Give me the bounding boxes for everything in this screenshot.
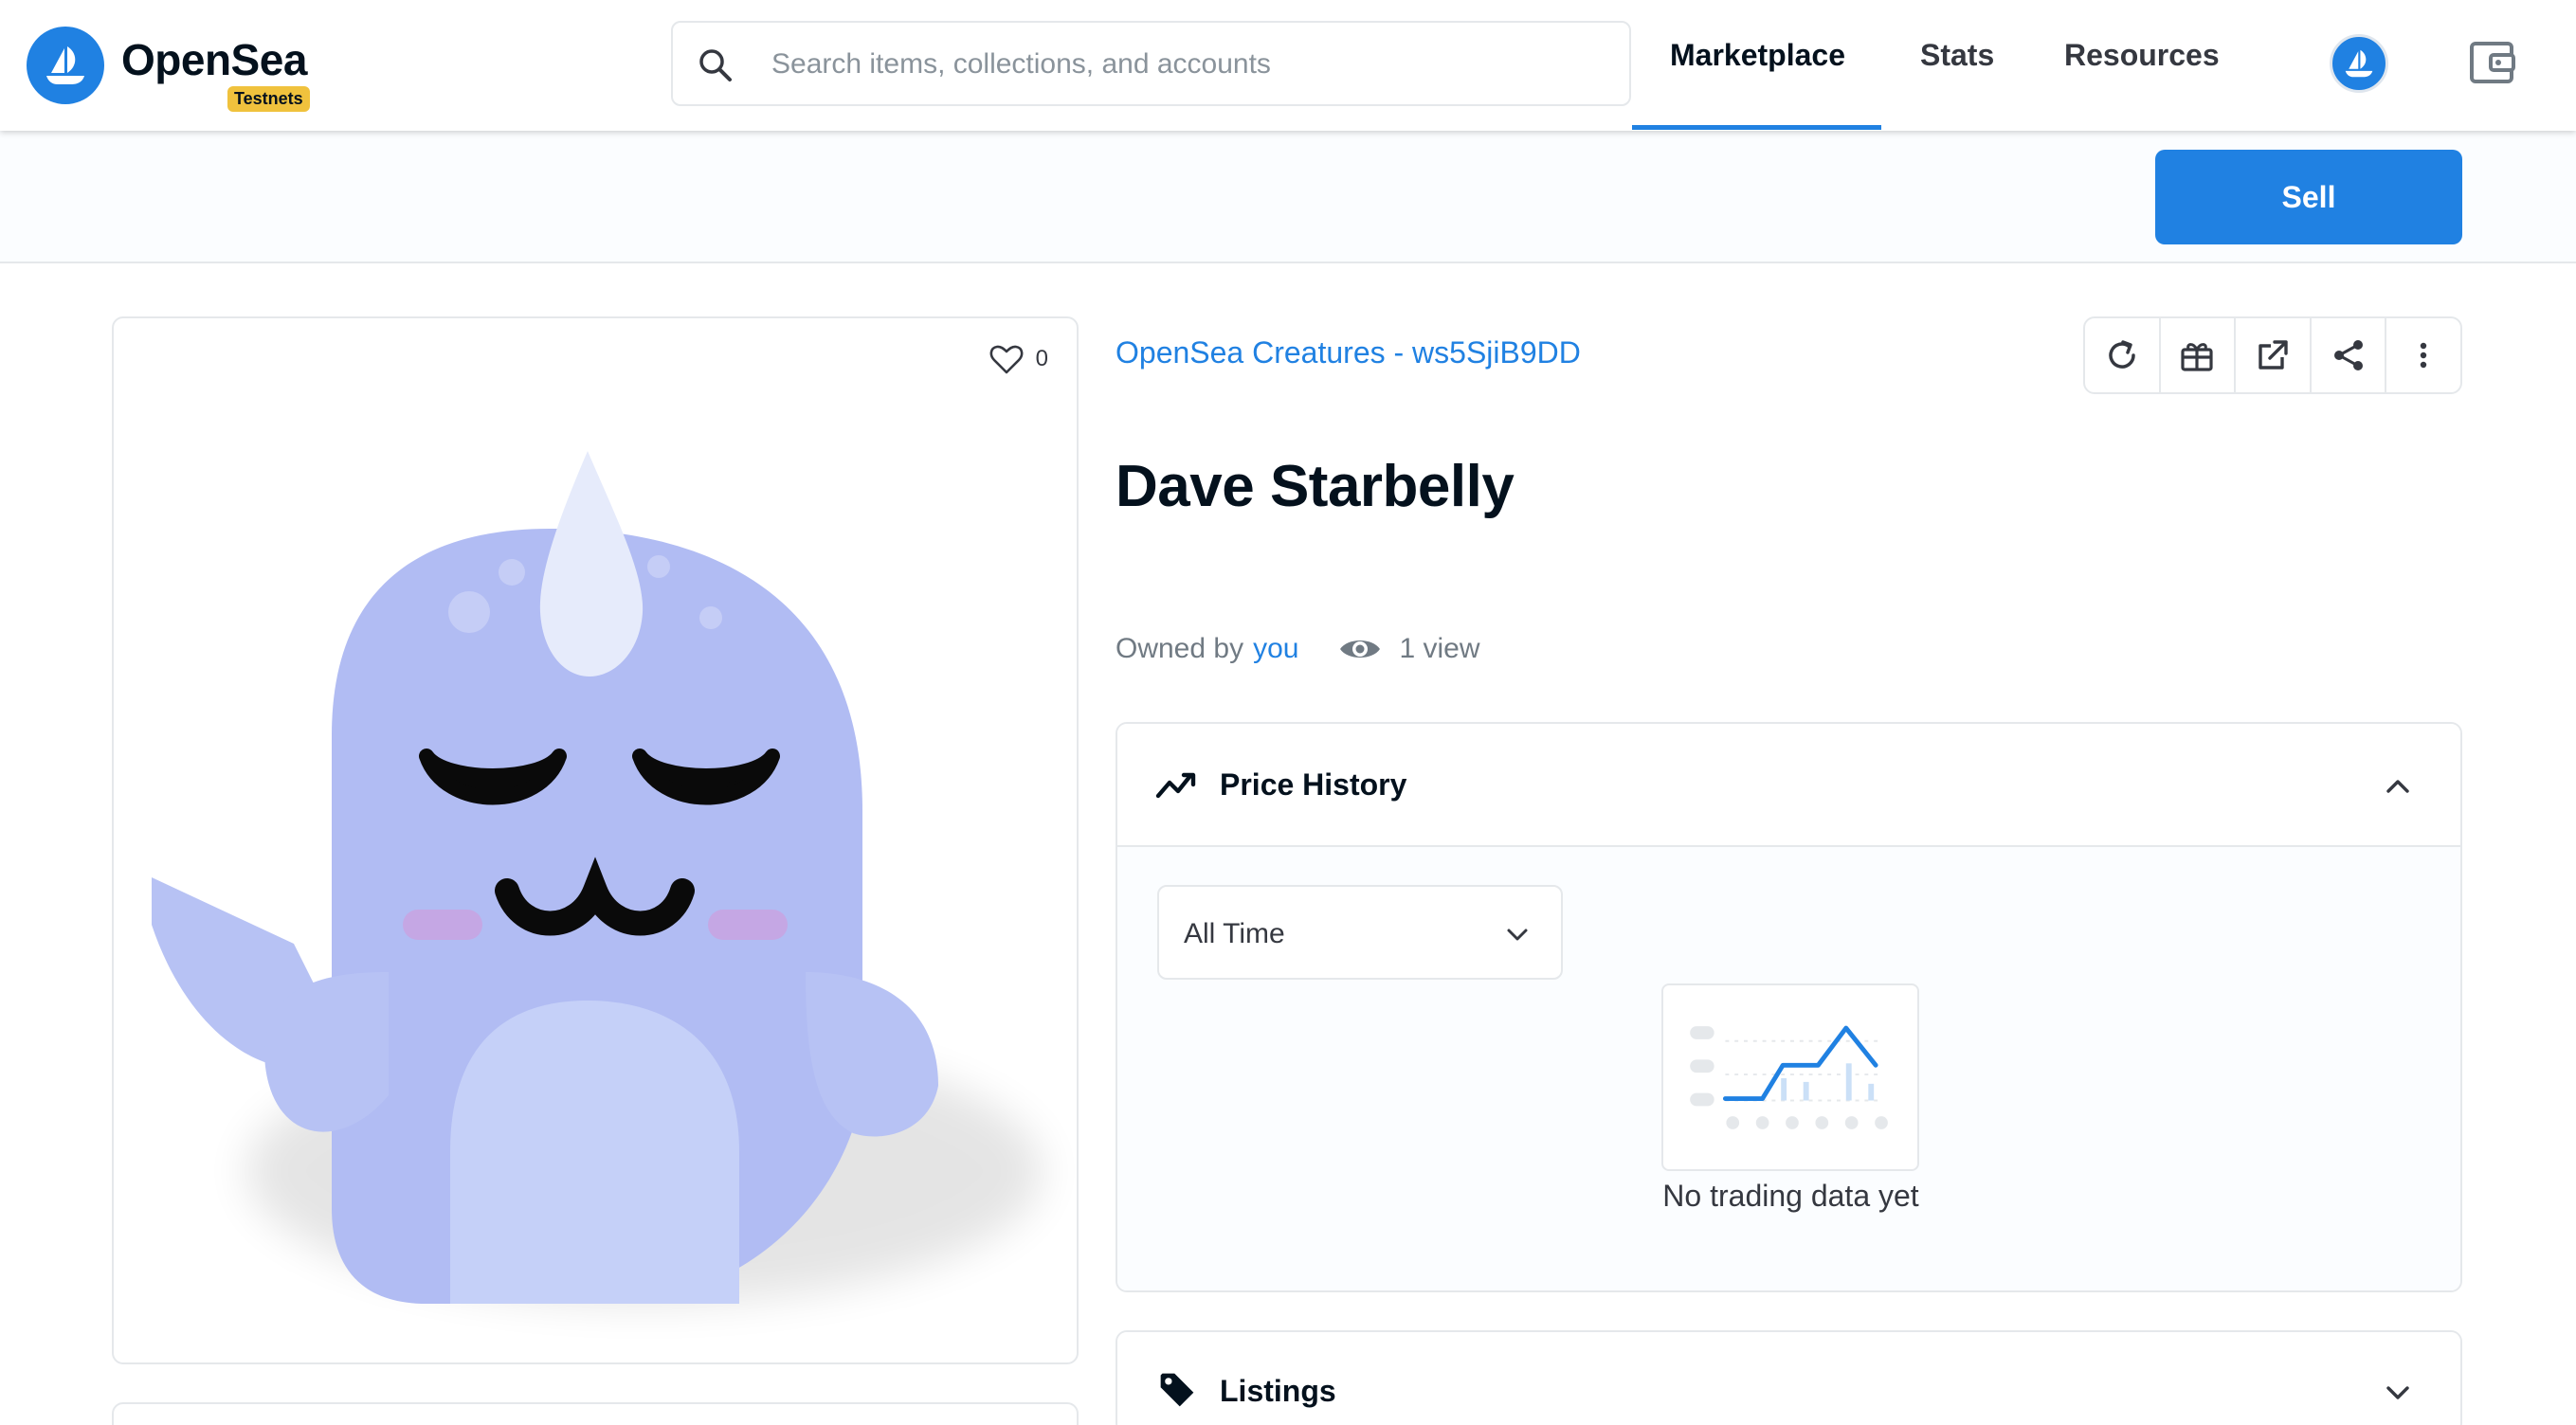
price-history-header[interactable]: Price History	[1117, 724, 2460, 847]
top-navbar: OpenSea Testnets Marketplace Stats Resou…	[0, 0, 2576, 131]
brand-name: OpenSea	[121, 35, 307, 84]
refresh-icon	[2109, 340, 2135, 369]
external-link-icon	[2259, 340, 2288, 370]
ownership-row: Owned by you 1 view	[1116, 627, 1480, 671]
trend-line-icon	[1155, 772, 1196, 799]
favorite-count: 0	[1035, 346, 1048, 371]
chevron-down-icon	[1507, 929, 1528, 941]
view-count-text: 1 view	[1399, 633, 1480, 664]
search-input[interactable]	[771, 42, 1605, 87]
share-button[interactable]	[2312, 318, 2387, 392]
nav-stats[interactable]: Stats	[1920, 38, 1994, 73]
description-card	[112, 1402, 1079, 1425]
listings-header[interactable]: Listings	[1117, 1332, 2460, 1425]
item-title: Dave Starbelly	[1116, 454, 1515, 519]
item-actions-toolbar	[2083, 316, 2462, 394]
testnets-badge: Testnets	[227, 86, 310, 112]
time-range-select[interactable]: All Time	[1157, 885, 1563, 980]
narwhal-creature-image	[152, 451, 1043, 1304]
no-trading-data-text: No trading data yet	[1662, 1179, 1919, 1213]
price-history-title: Price History	[1220, 767, 1407, 802]
listings-panel: Listings	[1116, 1330, 2462, 1425]
view-count: 1 view	[1338, 627, 1480, 671]
open-external-button[interactable]	[2236, 318, 2312, 392]
wallet-icon[interactable]	[2468, 38, 2517, 87]
search-icon	[699, 49, 732, 81]
item-action-bar: Sell	[0, 131, 2576, 263]
opensea-logo[interactable]: OpenSea Testnets	[27, 23, 310, 112]
active-tab-indicator	[1632, 125, 1881, 130]
sell-button[interactable]: Sell	[2155, 150, 2462, 244]
transfer-button[interactable]	[2161, 318, 2237, 392]
opensea-logo-icon	[27, 27, 104, 104]
favorite-button[interactable]: 0	[989, 341, 1048, 377]
share-icon	[2333, 340, 2363, 370]
item-media-card: 0	[112, 316, 1079, 1364]
refresh-metadata-button[interactable]	[2085, 318, 2161, 392]
gift-icon	[2181, 343, 2213, 371]
search-bar[interactable]	[671, 21, 1631, 106]
nav-marketplace[interactable]: Marketplace	[1670, 38, 1845, 73]
more-vertical-icon	[2420, 342, 2427, 369]
price-history-body: All Time No trading data yet	[1117, 847, 2460, 1290]
time-range-value: All Time	[1184, 918, 1285, 949]
tag-icon	[1160, 1373, 1194, 1407]
nav-resources[interactable]: Resources	[2064, 38, 2220, 73]
owned-by-label: Owned by	[1116, 633, 1244, 664]
heart-icon	[989, 345, 1024, 374]
more-options-button[interactable]	[2386, 318, 2460, 392]
listings-title: Listings	[1220, 1374, 1336, 1408]
eye-icon	[1340, 640, 1381, 658]
empty-chart-illustration	[1661, 983, 1919, 1171]
profile-avatar-icon[interactable]	[2330, 34, 2388, 93]
price-history-panel: Price History All Time No trading data y…	[1116, 722, 2462, 1292]
collection-link[interactable]: OpenSea Creatures - ws5SjiB9DD	[1116, 335, 1581, 370]
chevron-up-icon[interactable]	[2383, 771, 2413, 802]
chevron-down-icon[interactable]	[2383, 1378, 2413, 1408]
owner-link[interactable]: you	[1253, 633, 1298, 665]
